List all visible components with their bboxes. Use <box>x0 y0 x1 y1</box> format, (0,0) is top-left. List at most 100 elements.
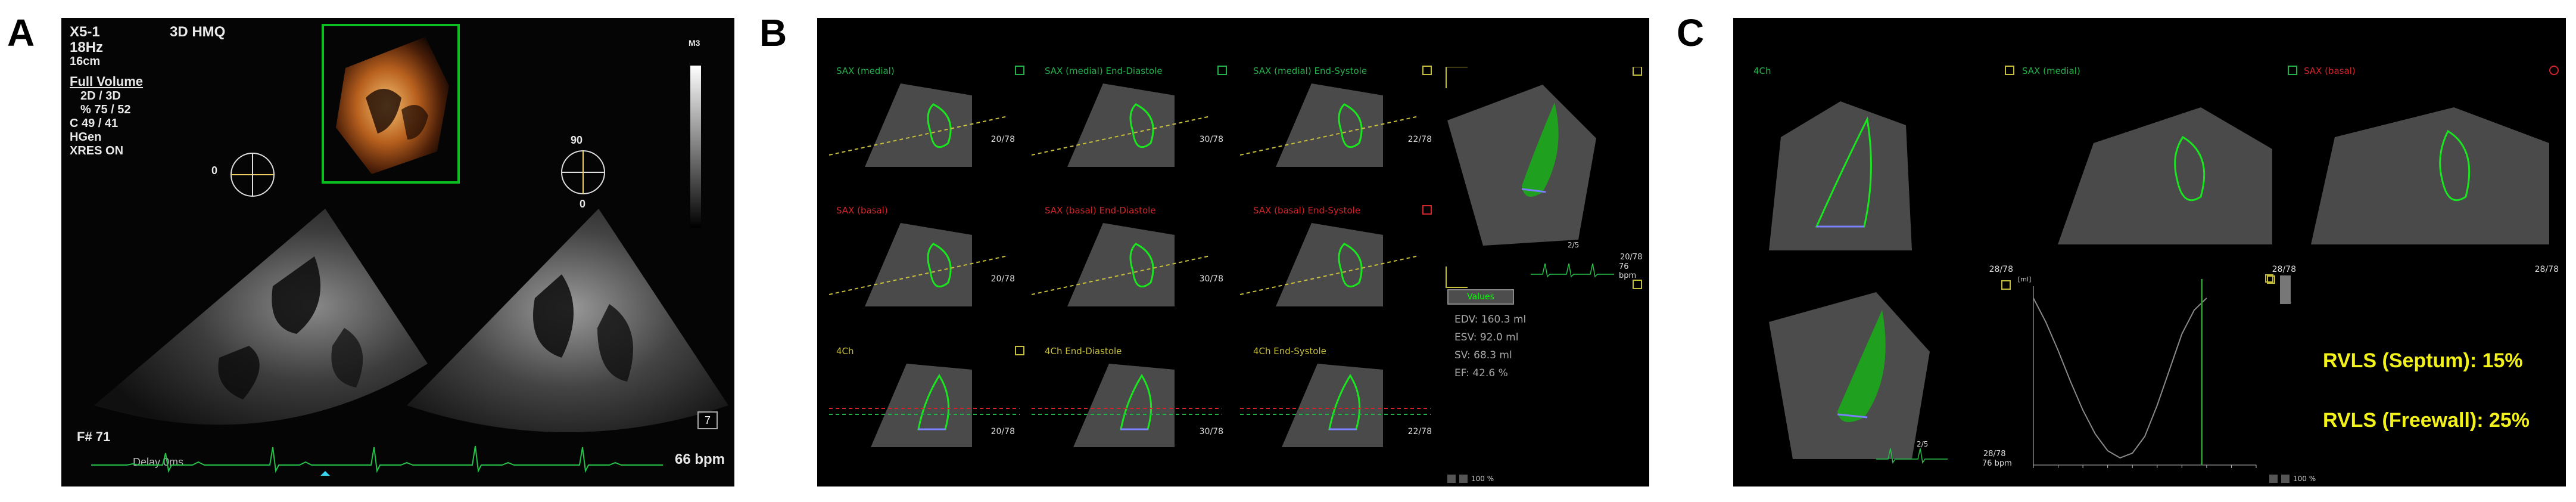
panel-letter-b: B <box>759 11 787 54</box>
cell-c-sax-basal[interactable]: SAX (basal) 28/78 <box>2299 18 2561 274</box>
cell-echo-image <box>2058 107 2272 244</box>
chart-series-line <box>2033 298 2207 459</box>
metric-edv: EDV: 160.3 ml <box>1454 314 1527 326</box>
cell-echo-image <box>829 83 1008 167</box>
cell-frame-counter: 22/78 <box>1407 427 1432 436</box>
zoom-level: 100 % <box>1471 475 1494 483</box>
acquisition-settings: 2D / 3D % 75 / 52 C 49 / 41 HGen XRES ON <box>70 89 131 158</box>
setting-compression: C 49 / 41 <box>70 117 119 130</box>
cell-echo-image <box>1032 364 1222 447</box>
panel-b-analysis-screen: SAX (medial) 20/78 SAX (medial) End-Dias… <box>817 18 1649 486</box>
angle-right-top-label: 90 <box>571 134 583 146</box>
cell-sax-medial-ed[interactable]: SAX (medial) End-Diastole 30/78 <box>1026 18 1233 167</box>
cell-title: SAX (basal) <box>836 205 888 216</box>
mode-label: 3D HMQ <box>170 24 226 40</box>
cell-c-sax-medial[interactable]: SAX (medial) 28/78 <box>2016 18 2297 274</box>
cell-frame-counter: 28/78 <box>2272 265 2296 274</box>
setting-hgen: HGen <box>70 131 102 144</box>
cell-echo-image <box>1240 364 1431 447</box>
zoom-controls: 100 % <box>1447 475 1494 483</box>
cell-title: SAX (medial) <box>836 66 895 76</box>
zoom-in-button[interactable] <box>1459 475 1468 483</box>
volume-frame-counter: 20/78 <box>1620 253 1643 262</box>
panel-c-strain-screen: 4Ch 28/78 SAX (medial) 28/78 SAX (basal)… <box>1733 18 2566 486</box>
cell-sax-basal-ed[interactable]: SAX (basal) End-Diastole 30/78 <box>1026 157 1233 306</box>
cell-select-box[interactable] <box>1422 66 1432 75</box>
cell-select-box[interactable] <box>1422 205 1432 215</box>
cell-frame-counter: 20/78 <box>990 427 1015 436</box>
cell-select-box[interactable] <box>2288 66 2297 75</box>
ecg-trace <box>91 445 663 476</box>
cell-select-box[interactable] <box>1015 346 1024 355</box>
cell-frame-counter: 30/78 <box>1199 274 1223 284</box>
depth-label: 16cm <box>70 55 101 68</box>
volume-render-image <box>336 37 449 174</box>
volume-badge[interactable]: 7 <box>697 411 718 429</box>
volume-bpm: 76 bpm <box>1982 459 2012 468</box>
cell-select-box[interactable] <box>2005 66 2014 75</box>
cell-echo-image <box>2311 107 2549 244</box>
panel-letter-a: A <box>7 11 35 54</box>
cell-sax-medial-es[interactable]: SAX (medial) End-Systole 22/78 <box>1234 18 1441 167</box>
angle-left-label: 0 <box>211 165 218 176</box>
cell-sax-basal-es[interactable]: SAX (basal) End-Systole <box>1234 157 1441 306</box>
metric-ef: EF: 42.6 % <box>1454 367 1508 379</box>
cell-title: SAX (basal) End-Diastole <box>1045 205 1156 216</box>
cell-title: SAX (basal) End-Systole <box>1253 205 1361 216</box>
ecg-cursor-icon[interactable] <box>320 471 330 476</box>
cell-4ch[interactable]: 4Ch 20/78 <box>817 298 1024 447</box>
cell-frame-counter: 28/78 <box>1989 265 2013 274</box>
volume-view[interactable]: 2/5 20/78 76 bpm <box>1441 66 1644 293</box>
zoom-controls: 100 % <box>2269 475 2316 483</box>
volume-curve-chart: [ml] <box>2018 274 2273 483</box>
zoom-out-button[interactable] <box>1447 475 1456 483</box>
cell-frame-counter: 30/78 <box>1199 427 1223 436</box>
values-button[interactable]: Values <box>1447 289 1514 305</box>
probe-label: X5-1 <box>70 24 100 40</box>
volume-view-image <box>1769 292 1948 464</box>
cell-title: 4Ch <box>836 346 854 357</box>
metric-esv: ESV: 92.0 ml <box>1454 331 1519 343</box>
cell-4ch-es[interactable]: 4Ch End-Systole 22/78 <box>1234 298 1441 447</box>
cell-echo-image <box>1240 83 1419 167</box>
volume-view-image <box>1446 66 1642 289</box>
setting-percent: % 75 / 52 <box>80 103 131 116</box>
orientation-marker-right-icon <box>561 150 605 194</box>
side-slider[interactable] <box>2280 275 2291 304</box>
cell-echo-image <box>1240 223 1419 306</box>
rvls-freewall-text: RVLS (Freewall): 25% <box>2323 409 2530 432</box>
cell-frame-counter: 30/78 <box>1199 135 1223 144</box>
cell-echo-image <box>1769 101 1912 250</box>
cell-sax-medial[interactable]: SAX (medial) 20/78 <box>817 18 1024 167</box>
rvls-septum-text: RVLS (Septum): 15% <box>2323 349 2523 372</box>
side-select-box[interactable] <box>2267 275 2275 284</box>
zoom-level: 100 % <box>2293 475 2316 483</box>
cell-sax-basal[interactable]: SAX (basal) 20/78 <box>817 157 1024 306</box>
cell-frame-counter: 20/78 <box>990 274 1015 284</box>
cell-c-4ch[interactable]: 4Ch 28/78 <box>1733 18 2014 274</box>
heart-rate-label: 66 bpm <box>675 451 725 467</box>
cell-title: SAX (basal) <box>2304 66 2356 76</box>
volume-view[interactable]: 2/5 28/78 76 bpm <box>1757 280 2013 483</box>
frame-rate-label: 18Hz <box>70 39 104 55</box>
cell-title: SAX (medial) End-Systole <box>1253 66 1368 76</box>
cell-echo-image <box>1032 83 1210 167</box>
panel-letter-c: C <box>1677 11 1705 54</box>
cell-select-box[interactable] <box>1217 66 1227 75</box>
cell-4ch-ed[interactable]: 4Ch End-Diastole 30/78 <box>1026 298 1233 447</box>
cell-select-box[interactable] <box>1015 66 1024 75</box>
cell-title: 4Ch End-Diastole <box>1045 346 1122 357</box>
metric-sv: SV: 68.3 ml <box>1454 349 1512 361</box>
cell-title: 4Ch End-Systole <box>1253 346 1326 357</box>
setting-xres: XRES ON <box>70 144 124 157</box>
zoom-in-button[interactable] <box>2281 475 2290 483</box>
chart-svg <box>2033 279 2257 468</box>
volume-select-box[interactable] <box>2001 280 2011 290</box>
setting-2d3d: 2D / 3D <box>80 89 121 103</box>
cell-select-box[interactable] <box>2549 66 2559 75</box>
ultrasound-sector-left <box>94 209 428 425</box>
cell-frame-counter: 22/78 <box>1407 135 1432 144</box>
panel-a-ultrasound-screen: X5-1 18Hz 16cm 3D HMQ Full Volume 2D / 3… <box>61 18 734 486</box>
zoom-out-button[interactable] <box>2269 475 2278 483</box>
cell-title: SAX (medial) End-Diastole <box>1045 66 1163 76</box>
